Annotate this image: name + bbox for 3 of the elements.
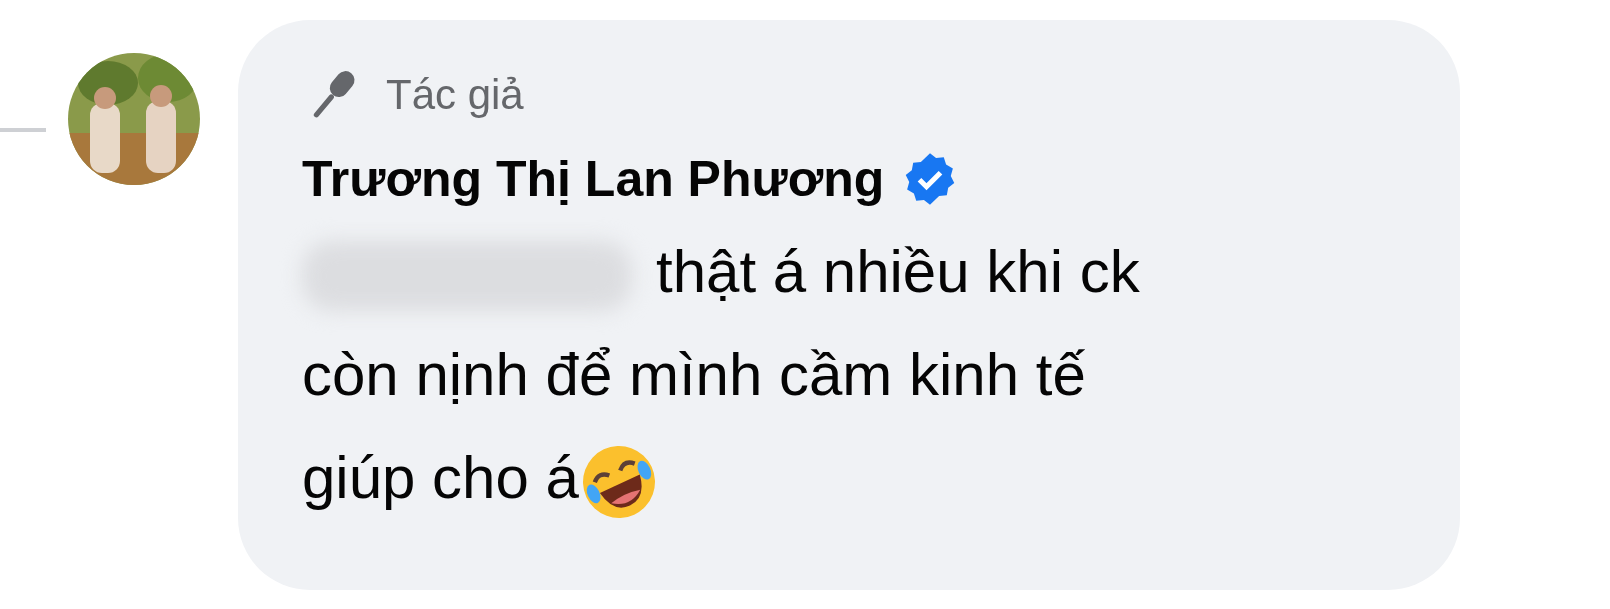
author-name[interactable]: Trương Thị Lan Phương xyxy=(302,150,885,208)
comment-text: thật á nhiều khi ck còn nịnh để mình cầm kinh tế giúp cho á xyxy=(302,220,1400,529)
author-label: Tác giả xyxy=(386,71,524,119)
